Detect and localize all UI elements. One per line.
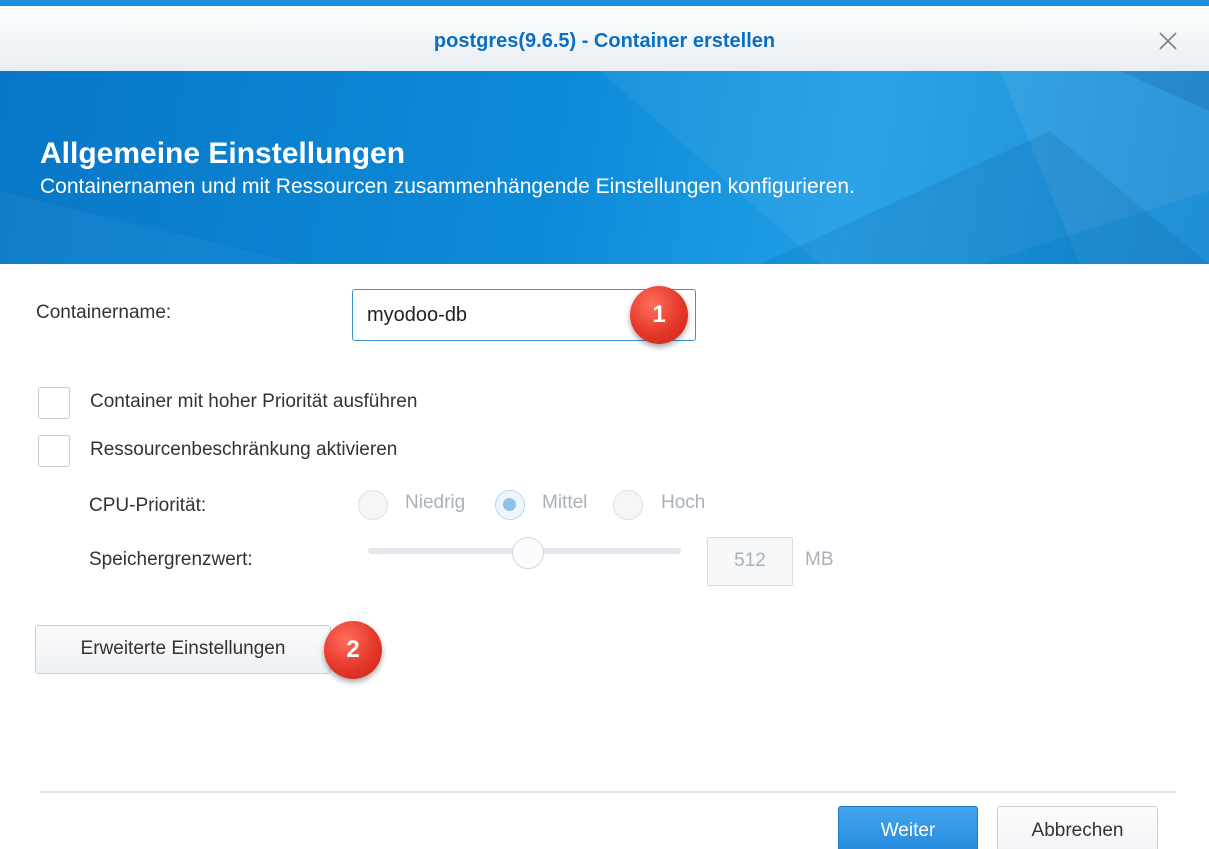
memory-unit-label: MB	[805, 549, 834, 570]
close-icon[interactable]	[1157, 30, 1179, 52]
cancel-button[interactable]: Abbrechen	[997, 806, 1158, 849]
next-button[interactable]: Weiter	[838, 806, 978, 849]
annotation-badge-2: 2	[324, 621, 382, 679]
dialog-title-bar: postgres(9.6.5) - Container erstellen	[0, 0, 1209, 71]
resource-limit-checkbox[interactable]	[38, 435, 70, 467]
cpu-option-medium-label: Mittel	[542, 492, 588, 513]
cpu-radio-high[interactable]	[613, 490, 643, 520]
memory-value-input[interactable]: 512	[707, 537, 793, 586]
radio-selected-dot	[503, 498, 516, 511]
high-priority-label: Container mit hoher Priorität ausführen	[90, 391, 418, 412]
cpu-radio-medium[interactable]	[495, 490, 525, 520]
cpu-radio-low[interactable]	[358, 490, 388, 520]
container-name-label: Containername:	[36, 302, 172, 323]
resource-limit-label: Ressourcenbeschränkung aktivieren	[90, 439, 398, 460]
memory-slider-thumb[interactable]	[512, 537, 544, 569]
banner-title: Allgemeine Einstellungen	[40, 137, 406, 170]
banner-subtitle: Containernamen und mit Ressourcen zusamm…	[40, 175, 855, 198]
dialog-title: postgres(9.6.5) - Container erstellen	[433, 30, 776, 52]
memory-limit-label: Speichergrenzwert:	[89, 549, 253, 570]
cpu-option-high-label: Hoch	[661, 492, 706, 513]
cpu-priority-label: CPU-Priorität:	[89, 495, 207, 516]
footer-divider	[40, 791, 1177, 793]
advanced-settings-button[interactable]: Erweiterte Einstellungen	[35, 625, 331, 674]
header-banner: Allgemeine Einstellungen Containernamen …	[0, 71, 1209, 264]
cpu-option-low-label: Niedrig	[405, 492, 466, 513]
high-priority-checkbox[interactable]	[38, 387, 70, 419]
annotation-badge-1: 1	[630, 286, 688, 344]
